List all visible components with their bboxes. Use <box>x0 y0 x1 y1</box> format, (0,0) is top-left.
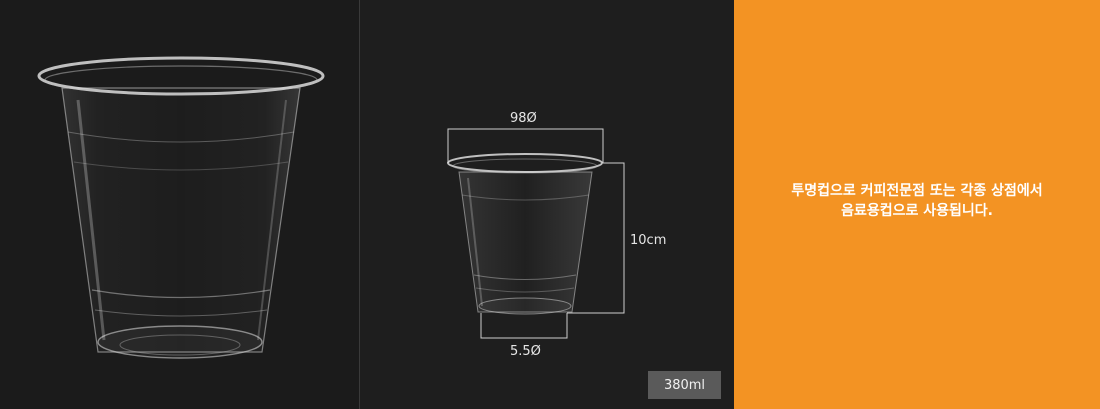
large-cup-image <box>37 56 325 359</box>
volume-badge: 380ml <box>648 371 721 399</box>
top-diameter-guide <box>447 128 604 163</box>
bottom-diameter-label: 5.5Ø <box>510 344 541 359</box>
description-panel: 투명컵으로 커피전문점 또는 각종 상점에서 음료용컵으로 사용됩니다. <box>734 0 1100 409</box>
description-line-2: 음료용컵으로 사용됩니다. <box>841 203 993 219</box>
bottom-diameter-guide <box>480 313 568 339</box>
dimension-panel: 98Ø 10cm 5.5Ø 380ml <box>360 0 734 409</box>
product-description: 투명컵으로 커피전문점 또는 각종 상점에서 음료용컵으로 사용됩니다. <box>734 181 1100 221</box>
height-label: 10cm <box>630 233 667 248</box>
large-cup-panel <box>0 0 359 409</box>
description-line-1: 투명컵으로 커피전문점 또는 각종 상점에서 <box>791 183 1043 199</box>
dimension-cup-image <box>447 128 625 339</box>
top-diameter-label: 98Ø <box>510 111 537 126</box>
